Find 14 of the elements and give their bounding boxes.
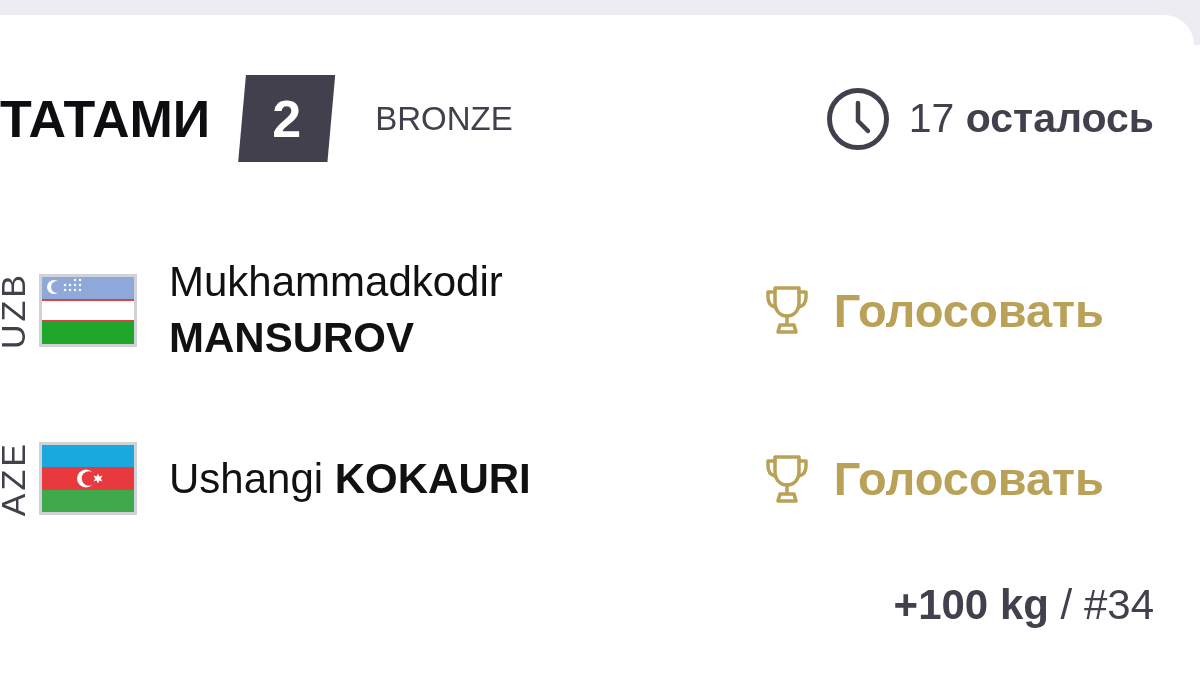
country-code: UZB xyxy=(0,271,26,349)
tatami-title: ТАТАМИ xyxy=(0,92,211,145)
stage-label: BRONZE xyxy=(375,102,513,135)
clock-icon xyxy=(826,87,889,150)
athlete-name: Ushangi KOKAURI xyxy=(169,453,532,504)
uzbekistan-flag-icon xyxy=(39,273,137,347)
vote-button[interactable]: Голосовать xyxy=(761,282,1104,338)
vote-button[interactable]: Голосовать xyxy=(761,451,1104,507)
remaining-count: 17 осталось xyxy=(908,98,1154,139)
country-code: AZE xyxy=(0,441,26,517)
tatami-number: 2 xyxy=(238,75,336,162)
azerbaijan-flag-icon xyxy=(39,442,137,516)
weight-category: +100 kg / #34 xyxy=(893,580,1154,631)
athlete-name: Mukhammadkodir MANSUROV xyxy=(169,257,504,363)
